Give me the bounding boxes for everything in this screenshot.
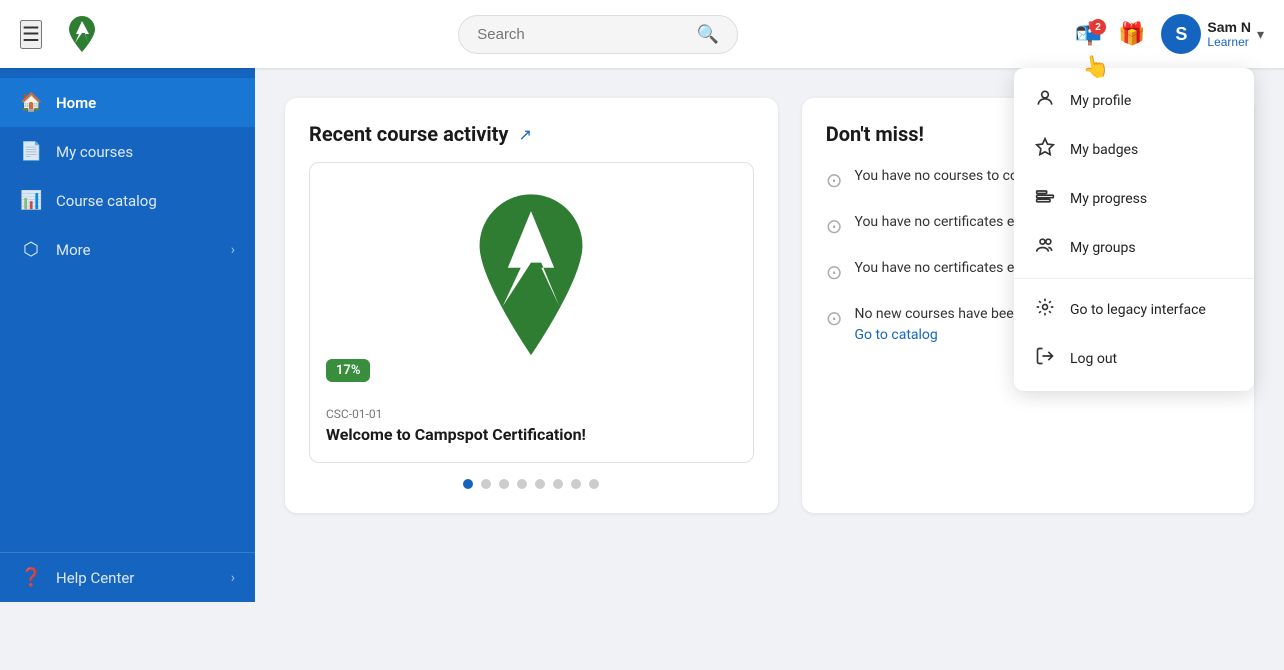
dropdown-item-my-progress[interactable]: My progress xyxy=(1014,174,1254,223)
sidebar-item-label: Home xyxy=(56,94,235,112)
slide-dots xyxy=(309,479,754,489)
sidebar-item-my-courses[interactable]: 📄 My courses xyxy=(0,127,255,176)
dropdown-item-logout[interactable]: Log out xyxy=(1014,334,1254,383)
dot-3[interactable] xyxy=(499,479,509,489)
course-name: Welcome to Campspot Certification! xyxy=(326,425,737,446)
course-code: CSC-01-01 xyxy=(326,407,737,421)
badge-icon xyxy=(1034,137,1056,162)
dot-8[interactable] xyxy=(589,479,599,489)
help-label: Help Center xyxy=(56,569,217,587)
sidebar: 🏠 Home 📄 My courses 📊 Course catalog ⬡ M… xyxy=(0,68,255,602)
dropdown-item-my-badges[interactable]: My badges xyxy=(1014,125,1254,174)
dropdown-item-my-profile[interactable]: My profile xyxy=(1014,76,1254,125)
search-container: 🔍 xyxy=(122,15,1075,54)
user-menu-trigger[interactable]: S Sam N Learner ▾ xyxy=(1161,14,1264,54)
dot-1[interactable] xyxy=(463,479,473,489)
chevron-down-icon: ▾ xyxy=(1257,26,1264,43)
recent-activity-title: Recent course activity xyxy=(309,122,509,146)
logout-icon xyxy=(1034,346,1056,371)
dropdown-item-label: Go to legacy interface xyxy=(1070,302,1206,318)
course-image xyxy=(310,163,753,393)
hamburger-button[interactable]: ☰ xyxy=(20,20,42,49)
courses-icon: 📄 xyxy=(20,141,42,162)
circle-arrow-icon-4: ⊙ xyxy=(826,306,843,330)
sidebar-item-label: My courses xyxy=(56,143,235,161)
sidebar-item-home[interactable]: 🏠 Home xyxy=(0,78,255,127)
course-info: CSC-01-01 Welcome to Campspot Certificat… xyxy=(310,393,753,462)
catalog-icon: 📊 xyxy=(20,190,42,211)
dropdown-item-legacy[interactable]: Go to legacy interface xyxy=(1014,285,1254,334)
notification-button[interactable]: 📬 2 xyxy=(1075,21,1102,47)
legacy-icon xyxy=(1034,297,1056,322)
sidebar-item-label: More xyxy=(56,241,217,259)
sidebar-item-more[interactable]: ⬡ More › xyxy=(0,225,255,274)
external-link-icon[interactable]: ↗ xyxy=(519,125,532,144)
home-icon: 🏠 xyxy=(20,92,42,113)
search-input[interactable] xyxy=(477,26,687,43)
gift-icon: 🎁 xyxy=(1118,21,1145,46)
progress-icon xyxy=(1034,186,1056,211)
user-name: Sam N xyxy=(1207,19,1251,35)
course-slide[interactable]: CSC-01-01 Welcome to Campspot Certificat… xyxy=(309,162,754,463)
profile-icon xyxy=(1034,88,1056,113)
course-thumbnail xyxy=(441,188,621,368)
sidebar-item-label: Course catalog xyxy=(56,192,235,210)
sidebar-bottom: ❓ Help Center › xyxy=(0,552,255,602)
dropdown-item-label: My groups xyxy=(1070,240,1136,256)
user-role: Learner xyxy=(1207,35,1251,49)
search-button[interactable]: 🔍 xyxy=(697,24,719,45)
dropdown-item-label: My progress xyxy=(1070,191,1147,207)
dropdown-item-my-groups[interactable]: My groups xyxy=(1014,223,1254,272)
progress-badge: 17% xyxy=(326,359,370,382)
gift-button[interactable]: 🎁 xyxy=(1118,21,1145,47)
chevron-right-icon: › xyxy=(231,570,235,586)
groups-icon xyxy=(1034,235,1056,260)
search-bar: 🔍 xyxy=(458,15,738,54)
more-icon: ⬡ xyxy=(20,239,42,260)
dot-4[interactable] xyxy=(517,479,527,489)
dropdown-divider xyxy=(1014,278,1254,279)
dropdown-item-label: Log out xyxy=(1070,351,1117,367)
notification-badge: 2 xyxy=(1090,19,1106,35)
recent-activity-card: Recent course activity ↗ CSC-01-01 Welco… xyxy=(285,98,778,513)
header: ☰ 🔍 📬 2 🎁 S Sam N Learner ▾ xyxy=(0,0,1284,68)
circle-arrow-icon-1: ⊙ xyxy=(826,168,843,192)
dot-6[interactable] xyxy=(553,479,563,489)
sidebar-item-help[interactable]: ❓ Help Center › xyxy=(20,567,235,588)
catalog-link[interactable]: Go to catalog xyxy=(854,327,937,343)
dropdown-item-label: My badges xyxy=(1070,142,1138,158)
circle-arrow-icon-3: ⊙ xyxy=(826,260,843,284)
sidebar-nav: 🏠 Home 📄 My courses 📊 Course catalog ⬡ M… xyxy=(0,78,255,552)
header-right: 📬 2 🎁 S Sam N Learner ▾ xyxy=(1075,14,1264,54)
dot-5[interactable] xyxy=(535,479,545,489)
user-dropdown-menu: My profile My badges My progress My grou… xyxy=(1014,68,1254,391)
app-logo xyxy=(62,14,102,54)
dot-2[interactable] xyxy=(481,479,491,489)
circle-arrow-icon-2: ⊙ xyxy=(826,214,843,238)
help-icon: ❓ xyxy=(20,567,42,588)
chevron-right-icon: › xyxy=(231,242,235,258)
sidebar-item-course-catalog[interactable]: 📊 Course catalog xyxy=(0,176,255,225)
dot-7[interactable] xyxy=(571,479,581,489)
user-info: Sam N Learner xyxy=(1207,19,1251,49)
card-header: Recent course activity ↗ xyxy=(309,122,754,146)
avatar: S xyxy=(1161,14,1201,54)
dropdown-item-label: My profile xyxy=(1070,93,1131,109)
header-logo: ☰ xyxy=(20,14,102,54)
